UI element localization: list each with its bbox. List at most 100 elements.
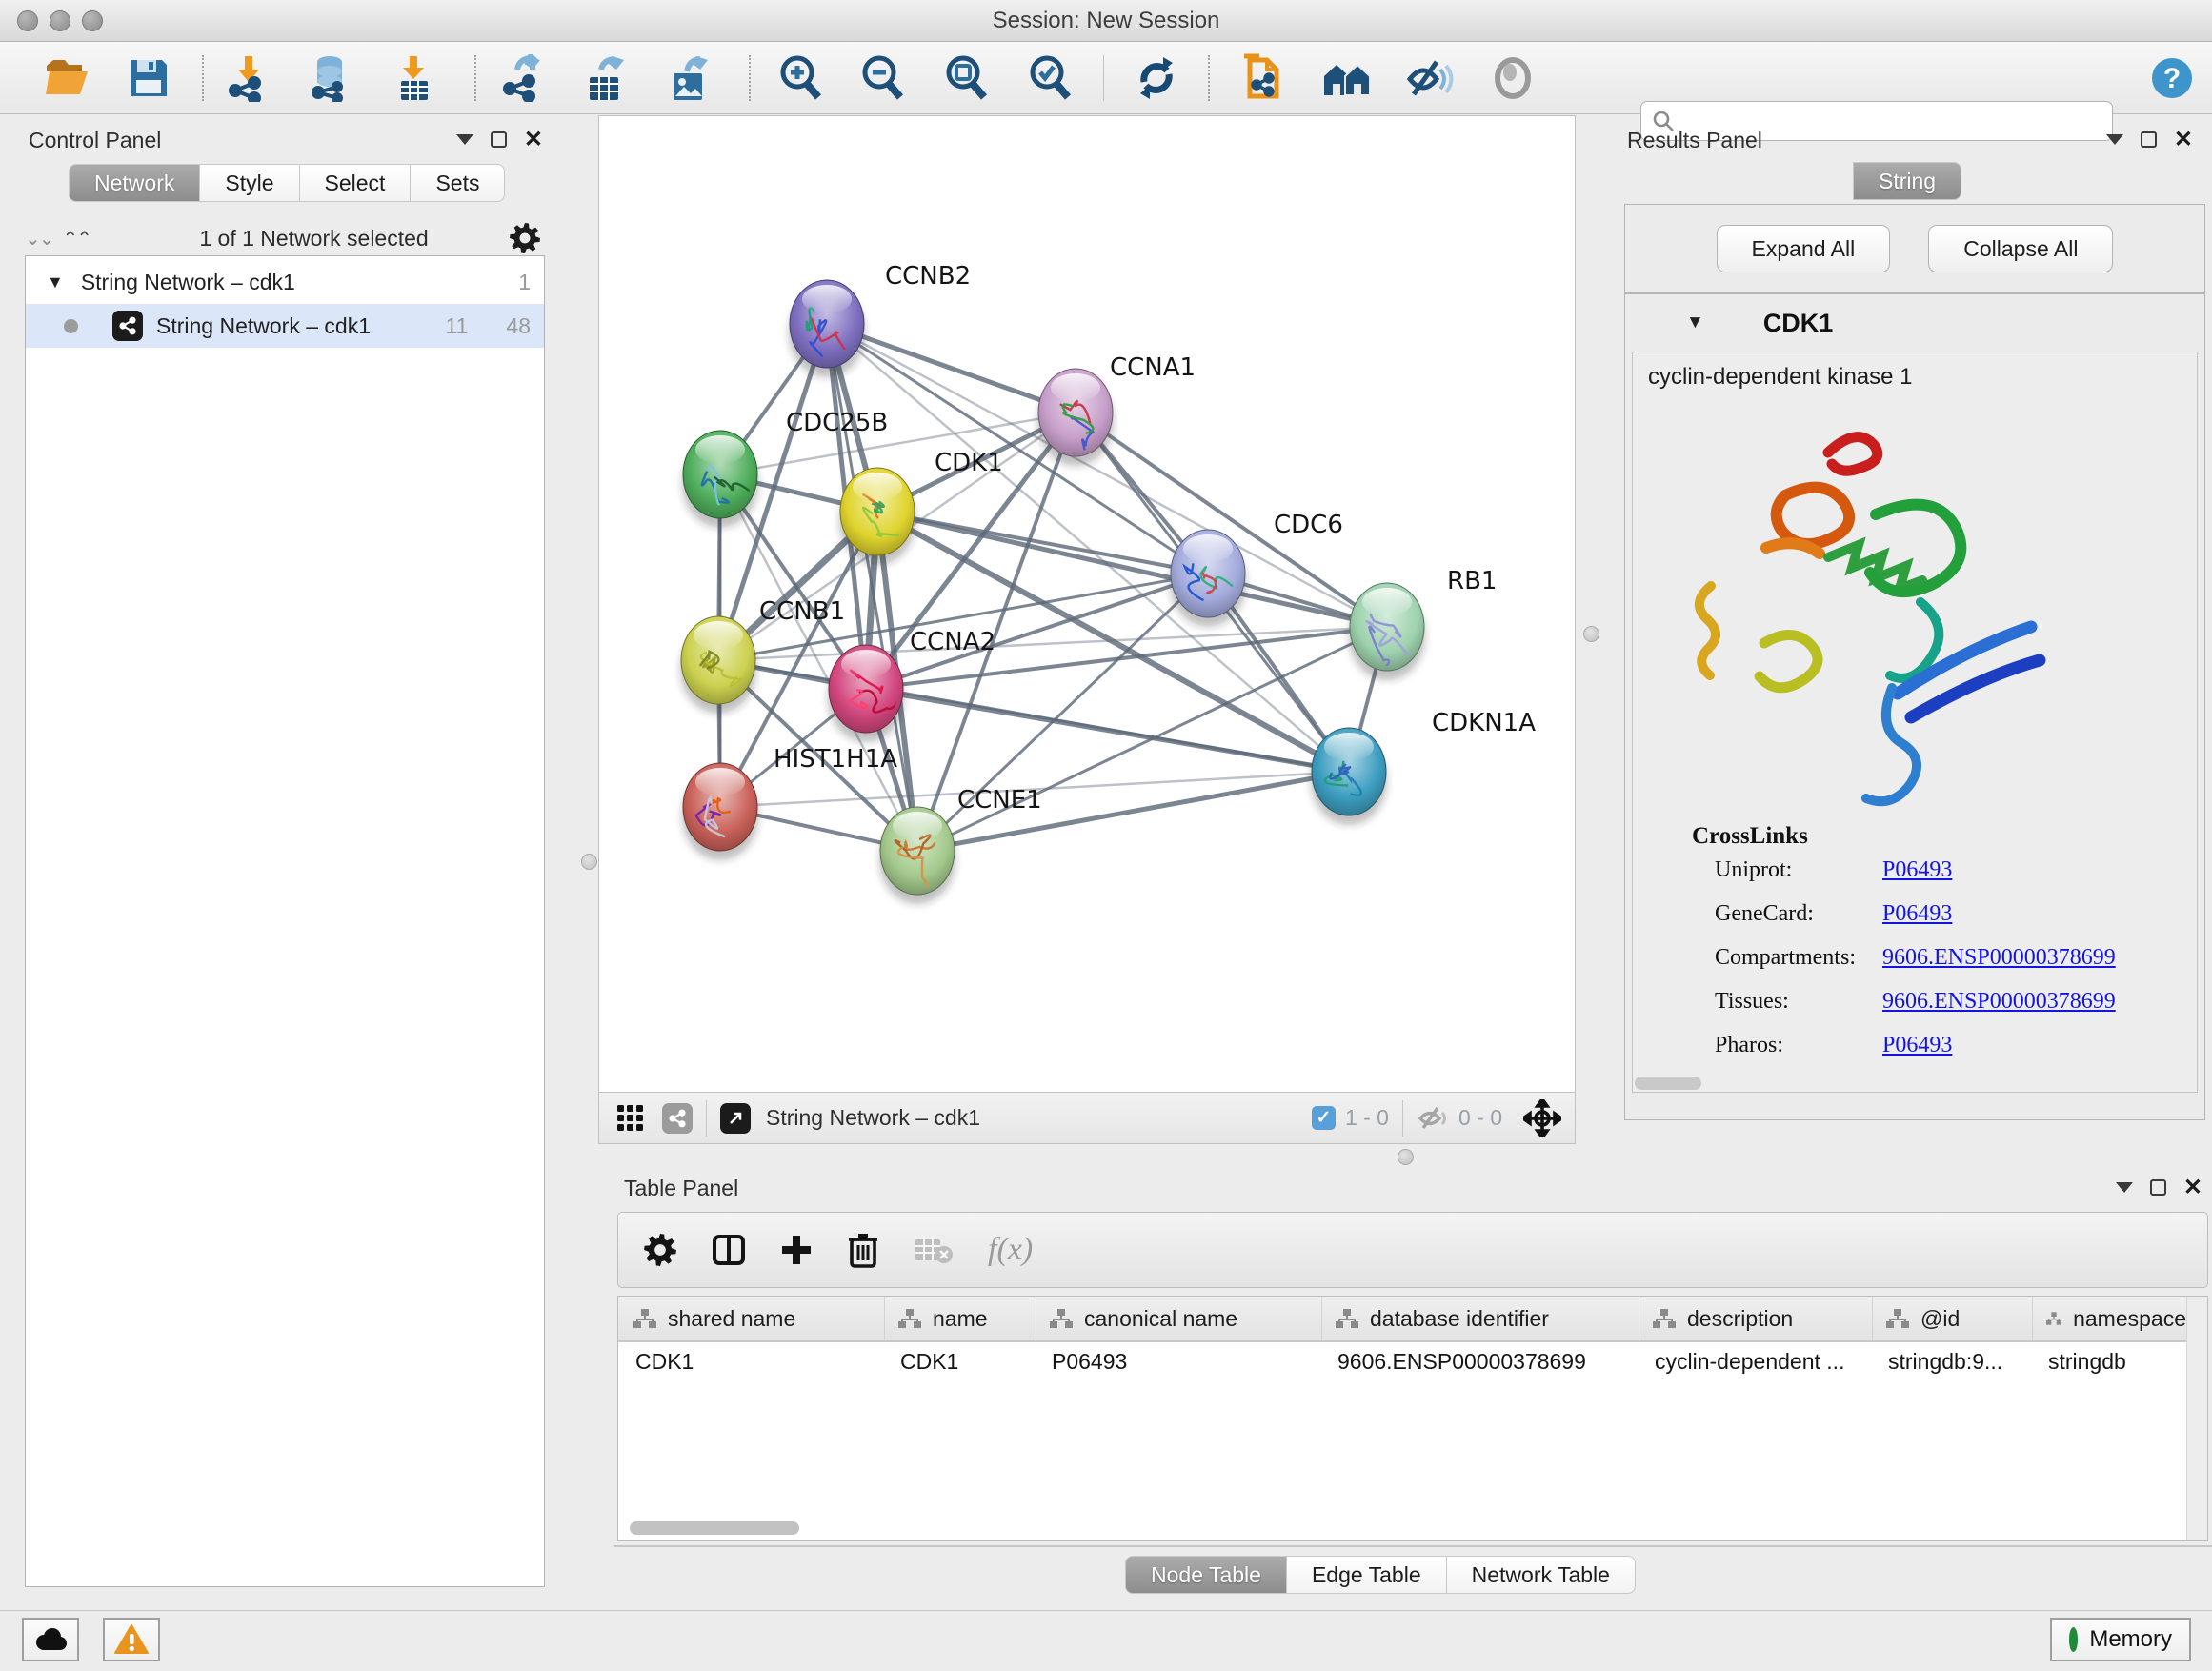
table-cell[interactable]: P06493 [1036,1342,1322,1380]
delete-column-trash-icon[interactable] [847,1232,879,1268]
table-cell[interactable]: cyclin-dependent ... [1639,1342,1873,1380]
collapse-all-networks-icon[interactable]: ⌄⌄ [25,227,53,251]
show-columns-icon[interactable] [712,1233,746,1267]
network-node-CCNA1[interactable] [1037,369,1114,466]
network-collection-row[interactable]: ▼ String Network – cdk1 1 [26,260,544,304]
export-image-button[interactable] [663,53,716,103]
bottom-splitter-handle[interactable] [1398,1149,1414,1165]
network-node-CCNE1[interactable] [879,807,955,904]
import-network-from-database-button[interactable] [303,53,356,103]
open-session-button[interactable] [40,53,93,103]
column-header-description[interactable]: description [1639,1297,1873,1340]
network-from-file-button[interactable] [1235,53,1288,103]
network-edge-CCNB2-RB1[interactable] [827,324,1387,627]
crosslink-link[interactable]: 9606.ENSP00000378699 [1882,945,2116,971]
selected-nodes-checkbox-icon[interactable]: ✓ [1312,1106,1336,1130]
network-node-CDKN1A[interactable] [1311,728,1387,825]
network-view[interactable]: CCNB2CCNA1CDC25BCDK1CDC6RB1CCNB1CCNA2HIS… [598,115,1576,1144]
network-node-RB1[interactable] [1349,583,1425,680]
gene-expand-arrow-icon[interactable]: ▼ [1686,312,1704,333]
zoom-selected-button[interactable] [1023,53,1076,103]
tab-sets[interactable]: Sets [411,164,505,202]
crosslink-link[interactable]: P06493 [1882,901,1952,927]
table-cell[interactable]: CDK1 [620,1342,885,1380]
table-cell[interactable]: stringdb [2033,1342,2187,1380]
open-in-new-window-button[interactable] [720,1103,751,1134]
import-table-button[interactable] [387,53,440,103]
column-type-icon [1336,1308,1358,1329]
network-node-CCNB1[interactable] [680,616,756,714]
column-header-database-identifier[interactable]: database identifier [1322,1297,1639,1340]
tab-string[interactable]: String [1853,162,1961,200]
show-all-button[interactable] [1486,53,1539,103]
tab-network[interactable]: Network [69,164,200,202]
tab-network-table[interactable]: Network Table [1447,1556,1636,1594]
zoom-fit-button[interactable] [939,53,993,103]
network-node-CDK1[interactable] [839,468,915,565]
tab-edge-table[interactable]: Edge Table [1287,1556,1447,1594]
table-options-gear-icon[interactable] [643,1233,677,1267]
crosslink-link[interactable]: P06493 [1882,857,1952,883]
import-network-button[interactable] [221,53,274,103]
collection-expand-arrow-icon[interactable]: ▼ [47,272,64,292]
help-button[interactable]: ? [2145,53,2199,103]
table-cell[interactable]: stringdb:9... [1873,1342,2033,1380]
network-canvas[interactable]: CCNB2CCNA1CDC25BCDK1CDC6RB1CCNB1CCNA2HIS… [599,116,1575,1092]
birdseye-grid-icon[interactable] [616,1104,645,1133]
hidden-counts: 0 - 0 [1458,1105,1502,1131]
memory-button[interactable]: Memory [2050,1618,2191,1661]
save-session-button[interactable] [122,53,175,103]
network-node-CDC25B[interactable] [682,431,758,528]
table-hscrollbar-thumb[interactable] [630,1521,799,1535]
export-table-button[interactable] [579,53,633,103]
tab-style[interactable]: Style [200,164,299,202]
panel-close-icon[interactable]: ✕ [2183,1179,2202,1196]
node-label-CCNE1: CCNE1 [957,786,1042,815]
network-options-gear-icon[interactable] [509,222,541,254]
table-cell[interactable]: CDK1 [885,1342,1036,1380]
column-header-shared-name[interactable]: shared name [620,1297,885,1340]
panel-menu-icon[interactable] [2106,134,2123,145]
zoom-in-button[interactable] [774,53,827,103]
column-header--id[interactable]: @id [1873,1297,2033,1340]
fit-content-crosshair-icon[interactable] [1523,1099,1561,1137]
network-node-CCNB2[interactable] [789,280,865,377]
network-edge-CCNA1-CDC25B[interactable] [720,413,1076,474]
panel-float-icon[interactable] [2150,1179,2166,1196]
export-network-button[interactable] [495,53,549,103]
gray-eye-icon [1491,56,1535,100]
panel-menu-icon[interactable] [456,134,473,145]
network-node-CCNA2[interactable] [828,645,904,742]
panel-close-icon[interactable]: ✕ [2174,131,2193,148]
collapse-all-button[interactable]: Collapse All [1928,225,2113,272]
panel-close-icon[interactable]: ✕ [524,131,543,148]
zoom-out-button[interactable] [855,53,909,103]
first-neighbors-button[interactable] [1320,53,1374,103]
hide-selected-button[interactable] [1402,53,1456,103]
warnings-button[interactable] [103,1618,160,1661]
expand-all-networks-icon[interactable]: ⌃⌃ [63,227,91,251]
crosslink-link[interactable]: P06493 [1882,1033,1952,1058]
gene-section-header[interactable]: ▼ CDK1 [1625,296,2204,350]
panel-float-icon[interactable] [491,131,507,148]
column-header-name[interactable]: name [885,1297,1036,1340]
table-cell[interactable]: 9606.ENSP00000378699 [1322,1342,1639,1380]
results-hscrollbar-thumb[interactable] [1635,1077,1701,1090]
refresh-button[interactable] [1130,53,1183,103]
network-row[interactable]: String Network – cdk1 11 48 [26,304,544,348]
column-header-namespace[interactable]: namespace [2033,1297,2187,1340]
cloud-status-button[interactable] [22,1618,79,1661]
column-header-canonical-name[interactable]: canonical name [1036,1297,1322,1340]
table-vscrollbar[interactable] [2186,1297,2207,1540]
panel-float-icon[interactable] [2141,131,2157,148]
right-splitter-handle[interactable] [1583,626,1599,642]
crosslink-link[interactable]: 9606.ENSP00000378699 [1882,989,2116,1015]
create-column-plus-icon[interactable] [780,1234,813,1266]
expand-all-button[interactable]: Expand All [1717,225,1891,272]
left-splitter-handle[interactable] [581,854,597,870]
panel-menu-icon[interactable] [2116,1182,2133,1193]
tab-node-table[interactable]: Node Table [1125,1556,1287,1594]
network-node-CDC6[interactable] [1170,530,1246,627]
network-node-HIST1H1A[interactable] [682,763,758,860]
tab-select[interactable]: Select [300,164,412,202]
